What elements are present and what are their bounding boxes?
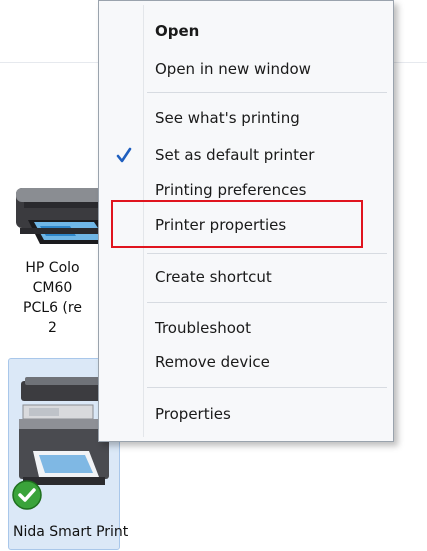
annotation-highlight-box xyxy=(111,200,363,248)
default-check-icon xyxy=(12,480,42,510)
checkmark-icon xyxy=(116,147,132,163)
menu-item-set-default[interactable]: Set as default printer xyxy=(101,140,389,170)
menu-separator xyxy=(147,302,387,303)
printer-label: Nida Smart Print xyxy=(13,524,129,540)
printer-label-line: HP Colo xyxy=(25,260,80,276)
menu-item-label: Create shortcut xyxy=(155,268,272,286)
printer-label-line: PCL6 (re xyxy=(23,300,82,316)
menu-item-label: Troubleshoot xyxy=(155,319,251,337)
menu-separator xyxy=(147,387,387,388)
printer-label-line: 2 xyxy=(48,320,57,336)
menu-item-label: Open in new window xyxy=(155,60,311,78)
menu-separator xyxy=(147,253,387,254)
printer-label: HP Colo CM60 PCL6 (re 2 xyxy=(0,258,105,338)
menu-item-create-shortcut[interactable]: Create shortcut xyxy=(101,262,389,292)
menu-item-remove-device[interactable]: Remove device xyxy=(101,347,389,377)
menu-item-label: See what's printing xyxy=(155,109,300,127)
menu-item-label: Set as default printer xyxy=(155,146,315,164)
menu-item-open-new-window[interactable]: Open in new window xyxy=(101,54,389,84)
menu-item-troubleshoot[interactable]: Troubleshoot xyxy=(101,313,389,343)
menu-item-label: Properties xyxy=(155,405,231,423)
printer-label-line: CM60 xyxy=(32,280,73,296)
menu-item-properties[interactable]: Properties xyxy=(101,399,389,429)
menu-item-see-printing[interactable]: See what's printing xyxy=(101,103,389,133)
menu-separator xyxy=(147,92,387,93)
menu-item-open[interactable]: Open xyxy=(101,16,389,46)
menu-item-label: Open xyxy=(155,22,200,40)
menu-item-label: Remove device xyxy=(155,353,270,371)
